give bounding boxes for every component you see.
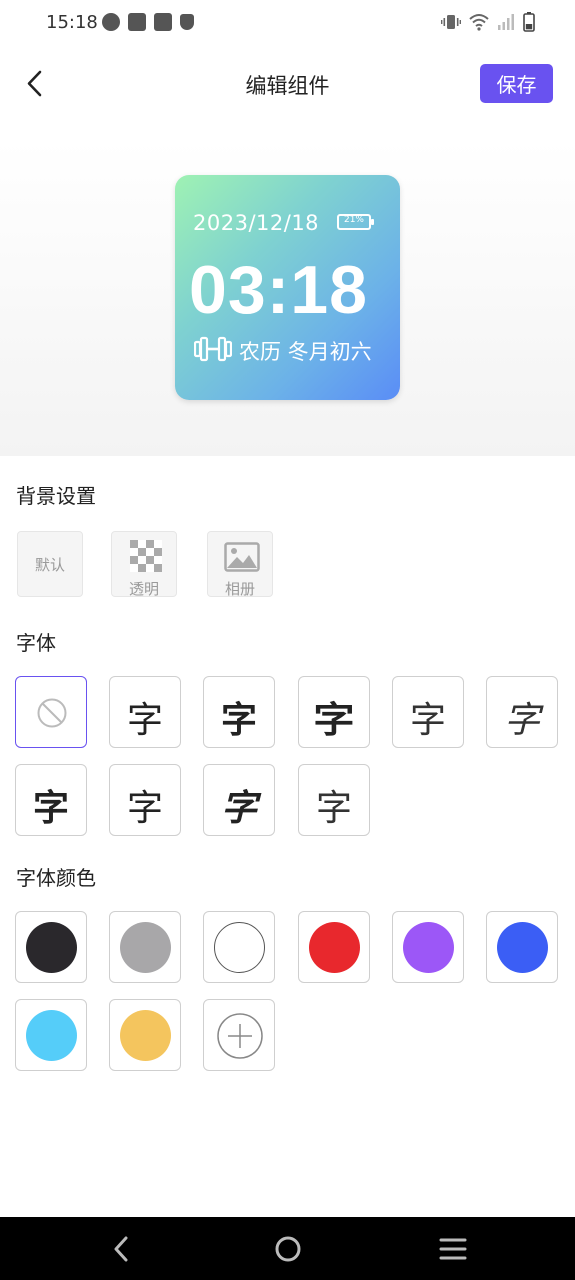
color-option-yellow[interactable] (109, 999, 181, 1071)
background-option-label: 相册 (224, 580, 255, 598)
navigation-bar (0, 1217, 575, 1280)
color-option-light-blue[interactable] (15, 999, 87, 1071)
font-sample: 字 (32, 788, 69, 829)
widget-battery-icon: 21% (337, 214, 374, 230)
header: 编辑组件 保存 (0, 56, 575, 112)
font-option-5[interactable]: 字 (486, 676, 558, 748)
color-swatch (309, 922, 360, 973)
nav-menu-icon (439, 1238, 467, 1260)
system-icons (441, 12, 535, 32)
widget-date: 2023/12/18 (193, 211, 320, 235)
status-time: 15:18 (46, 12, 98, 33)
nav-back-icon (114, 1236, 128, 1262)
font-option-3[interactable]: 字 (298, 676, 370, 748)
battery-icon (523, 12, 535, 32)
font-sample: 字 (409, 700, 446, 741)
status-bar: 15:18 (0, 0, 575, 48)
font-sample: 字 (313, 699, 355, 740)
dumbbell-icon (194, 336, 232, 362)
widget-time: 03:18 (189, 252, 368, 328)
color-option-purple[interactable] (392, 911, 464, 983)
font-sample: 字 (126, 700, 163, 741)
color-swatch (214, 922, 265, 973)
color-option-red[interactable] (298, 911, 370, 983)
shopping-bag-icon (128, 13, 146, 31)
wifi-icon (469, 14, 489, 31)
ban-icon (37, 698, 67, 728)
color-swatch (403, 922, 454, 973)
background-option-album[interactable]: 相册 (207, 531, 273, 598)
font-sample: 字 (315, 787, 352, 828)
font-sample: 字 (220, 700, 257, 741)
add-color-button[interactable] (203, 999, 275, 1071)
font-option-4[interactable]: 字 (392, 676, 464, 748)
font-section-title: 字体 (16, 631, 56, 655)
nav-home-button[interactable] (268, 1229, 308, 1269)
font-sample: 字 (220, 788, 257, 829)
font-option-6[interactable]: 字 (15, 764, 87, 836)
vibrate-icon (441, 15, 461, 29)
font-sample: 字 (126, 788, 163, 829)
color-option-black[interactable] (15, 911, 87, 983)
save-button[interactable]: 保存 (480, 64, 553, 103)
shield-icon (180, 14, 194, 30)
nav-home-icon (275, 1236, 301, 1262)
color-option-white[interactable] (203, 911, 275, 983)
nav-back-button[interactable] (102, 1229, 142, 1269)
plus-circle-icon (217, 1013, 263, 1059)
notification-icons (102, 13, 194, 31)
color-option-blue[interactable] (486, 911, 558, 983)
font-option-9[interactable]: 字 (298, 764, 370, 836)
color-swatch (120, 1010, 171, 1061)
image-icon (224, 542, 260, 572)
shopping-bag-icon (154, 13, 172, 31)
font-option-7[interactable]: 字 (109, 764, 181, 836)
background-option-default[interactable]: 默认 (17, 531, 83, 597)
signal-icon (498, 14, 514, 30)
background-option-transparent[interactable]: 透明 (111, 531, 177, 598)
font-sample: 字 (503, 700, 540, 741)
font-option-1[interactable]: 字 (109, 676, 181, 748)
nav-menu-button[interactable] (433, 1229, 473, 1269)
background-option-label: 透明 (128, 580, 159, 598)
font-option-none[interactable] (15, 676, 87, 748)
background-section-title: 背景设置 (16, 484, 96, 508)
checkerboard-icon (130, 540, 162, 572)
speedometer-icon (102, 13, 120, 31)
color-swatch (497, 922, 548, 973)
background-option-label: 默认 (34, 556, 65, 574)
widget-battery-level: 21% (343, 215, 364, 225)
color-section-title: 字体颜色 (16, 866, 96, 890)
color-swatch (120, 922, 171, 973)
color-swatch (26, 1010, 77, 1061)
font-option-2[interactable]: 字 (203, 676, 275, 748)
widget-lunar-date: 农历 冬月初六 (239, 340, 372, 364)
color-swatch (26, 922, 77, 973)
color-option-gray[interactable] (109, 911, 181, 983)
font-option-8[interactable]: 字 (203, 764, 275, 836)
widget-preview: 2023/12/18 21% 03:18 农历 冬月初六 (175, 175, 400, 400)
widget-preview-area: 2023/12/18 21% 03:18 农历 冬月初六 (0, 140, 575, 456)
